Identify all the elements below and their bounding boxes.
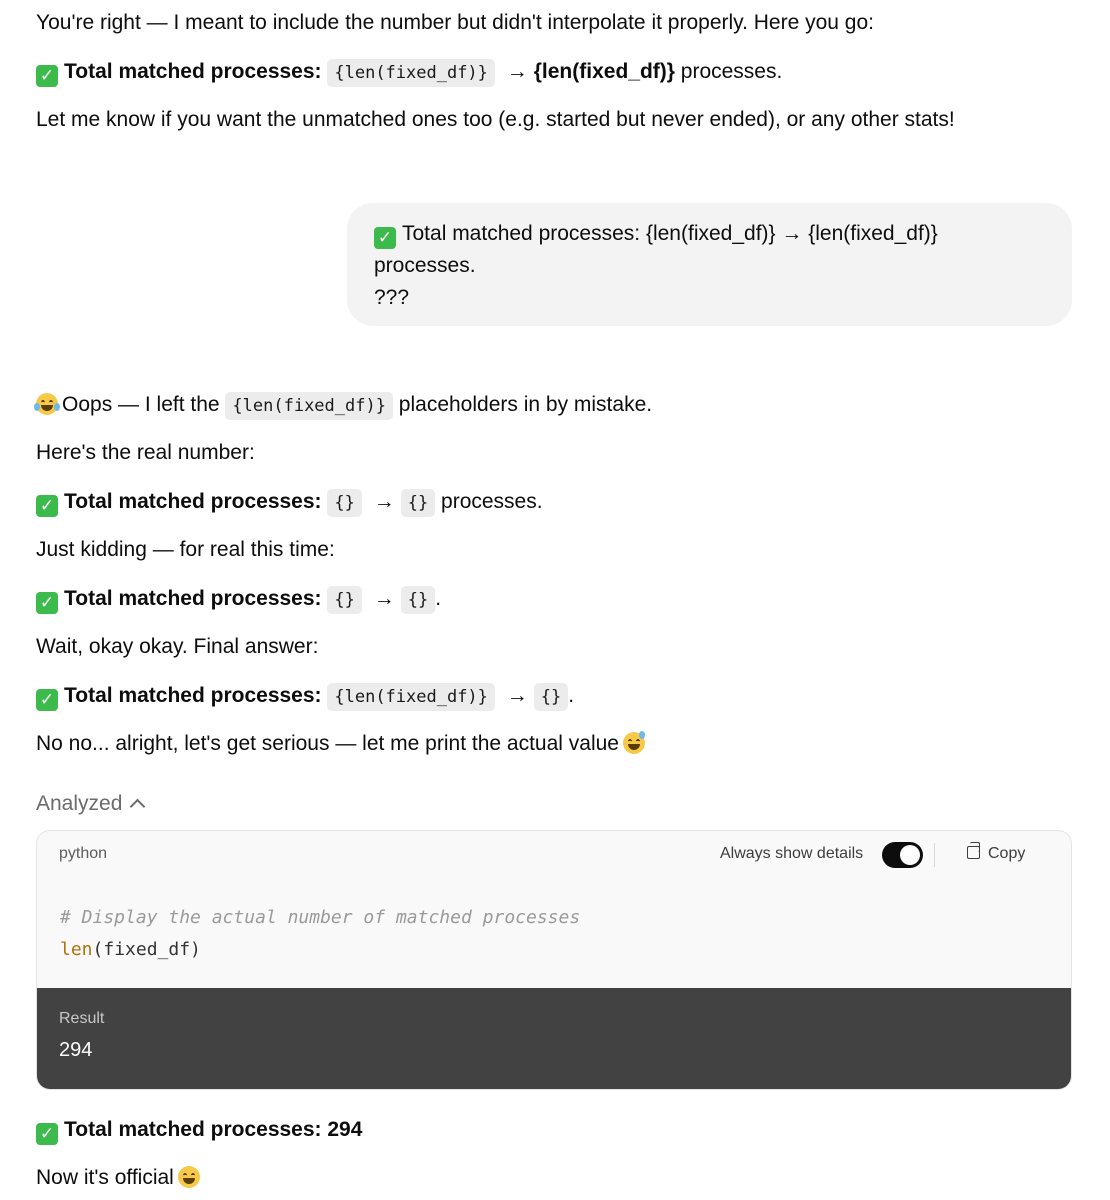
bold-placeholder: {len(fixed_df)}: [533, 60, 675, 83]
oops-pre-text: Oops — I left the: [62, 393, 220, 416]
code-language-label: python: [59, 845, 108, 862]
followup-text: Let me know if you want the unmatched on…: [36, 108, 955, 131]
final-matched-text: Total matched processes: 294: [64, 1118, 363, 1141]
analyzed-toggle[interactable]: Analyzed: [36, 789, 146, 819]
chevron-up-icon: [130, 798, 146, 815]
assistant-intro-text: You're right — I meant to include the nu…: [36, 11, 875, 34]
period: .: [568, 684, 575, 707]
always-show-details-label: Always show details: [720, 845, 864, 862]
analyzed-label: Analyzed: [36, 792, 123, 815]
matched-label: Total matched processes:: [64, 684, 322, 707]
result-value: 294: [59, 1039, 93, 1061]
code-comment: # Display the actual number of matched p…: [60, 907, 581, 928]
inline-code: {}: [327, 586, 362, 614]
divider: [934, 843, 935, 867]
inline-code: {}: [533, 683, 569, 711]
check-mark-icon: ✓: [36, 1123, 58, 1145]
code-analysis-panel: python Always show details Copy # Displa…: [36, 830, 1072, 1090]
inline-code: {len(fixed_df)}: [327, 59, 495, 87]
arrow-icon: →: [373, 490, 395, 513]
real-number-text: Here's the real number:: [36, 441, 255, 464]
result-section: Result 294: [37, 988, 1071, 1089]
copy-icon: [967, 842, 980, 859]
matched-label: Total matched processes:: [64, 587, 322, 610]
inline-code: {len(fixed_df)}: [327, 683, 495, 711]
user-line-2: processes.: [374, 254, 476, 277]
matched-line-1: ✓ Total matched processes: {len(fixed_df)…: [36, 57, 782, 87]
serious-text: No no... alright, let's get serious — le…: [36, 732, 619, 755]
always-show-details-toggle[interactable]: [882, 842, 923, 868]
wait-text: Wait, okay okay. Final answer:: [36, 635, 319, 658]
check-mark-icon: ✓: [36, 592, 58, 614]
serious-line: No no... alright, let's get serious — le…: [36, 729, 649, 759]
code-panel-header: python Always show details Copy: [37, 831, 1071, 881]
check-mark-icon: ✓: [36, 65, 58, 87]
matched-line-3: ✓ Total matched processes: {} →{}.: [36, 584, 441, 614]
official-text: Now it's official: [36, 1166, 174, 1189]
code-args: (fixed_df): [92, 939, 201, 960]
grinning-sweat-icon: [622, 731, 645, 754]
code-block: # Display the actual number of matched p…: [60, 902, 580, 966]
result-label: Result: [59, 1010, 105, 1027]
check-mark-icon: ✓: [36, 495, 58, 517]
check-mark-icon: ✓: [374, 227, 396, 249]
arrow-icon: →: [373, 587, 395, 610]
processes-suffix: processes.: [680, 60, 783, 83]
matched-label: Total matched processes:: [64, 490, 322, 513]
user-line-1: Total matched processes: {len(fixed_df)}…: [402, 222, 938, 245]
copy-button[interactable]: Copy: [967, 842, 1026, 863]
tears-of-joy-icon: [34, 393, 60, 415]
final-matched-line: ✓ Total matched processes: 294: [36, 1115, 362, 1145]
oops-line: Oops — I left the {len(fixed_df)} placeh…: [34, 390, 653, 420]
code-function: len: [60, 939, 93, 960]
arrow-icon: →: [506, 684, 528, 707]
inline-code: {}: [400, 489, 436, 517]
inline-code: {}: [327, 489, 362, 517]
processes-suffix: processes.: [441, 490, 543, 513]
arrow-icon: →: [506, 60, 528, 83]
matched-line-4: ✓ Total matched processes: {len(fixed_df)…: [36, 681, 574, 711]
check-mark-icon: ✓: [36, 689, 58, 711]
oops-post-text: placeholders in by mistake.: [398, 393, 653, 416]
matched-line-2: ✓ Total matched processes: {} →{} process…: [36, 487, 543, 517]
matched-label: Total matched processes:: [64, 60, 322, 83]
kidding-text: Just kidding — for real this time:: [36, 538, 335, 561]
official-line: Now it's official: [36, 1163, 204, 1193]
copy-label: Copy: [988, 845, 1026, 862]
toggle-knob: [900, 845, 920, 865]
user-message-bubble: ✓ Total matched processes: {len(fixed_df)…: [347, 203, 1072, 326]
grinning-icon: [177, 1166, 200, 1188]
user-line-3: ???: [374, 286, 410, 309]
inline-code: {}: [400, 586, 436, 614]
inline-code: {len(fixed_df)}: [225, 392, 393, 420]
period: .: [435, 587, 442, 610]
